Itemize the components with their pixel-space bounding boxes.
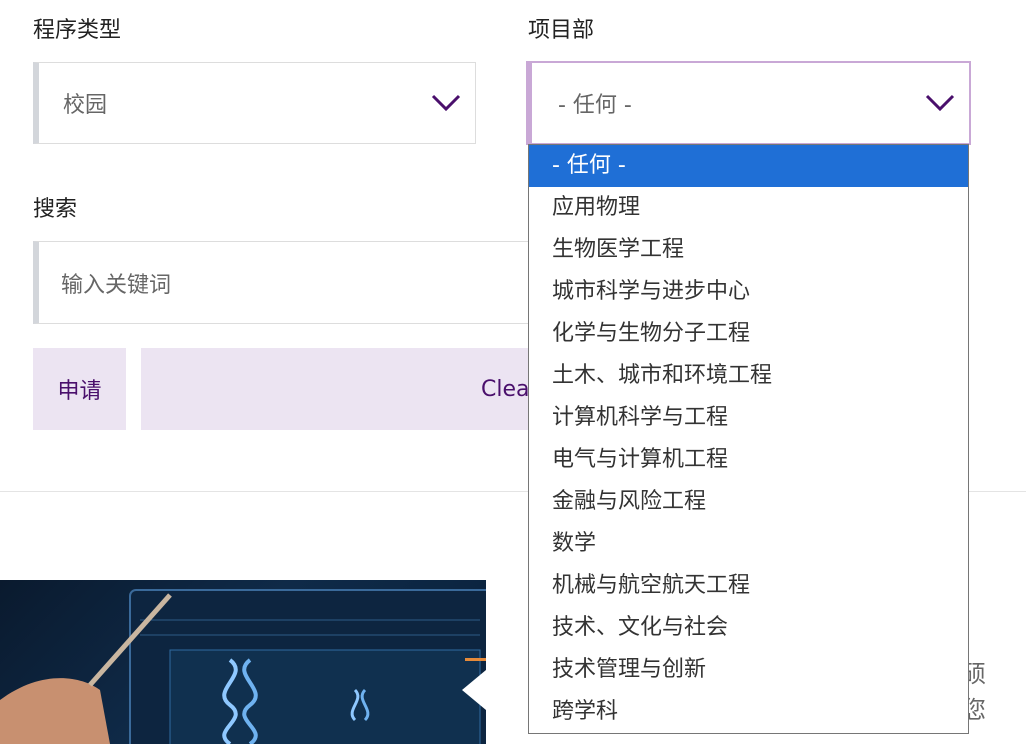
program-type-select[interactable]: 校园	[33, 62, 476, 144]
chevron-down-icon	[925, 94, 955, 112]
dropdown-option[interactable]: 电气与计算机工程	[529, 439, 968, 481]
department-dropdown-list[interactable]: - 任何 - 应用物理 生物医学工程 城市科学与进步中心 化学与生物分子工程 土木、城市和…	[528, 144, 969, 734]
dropdown-option[interactable]: 技术、文化与社会	[529, 607, 968, 649]
dropdown-option[interactable]: 跨学科	[529, 691, 968, 733]
search-placeholder: 输入关键词	[61, 272, 172, 298]
dropdown-option[interactable]: 机械与航空航天工程	[529, 565, 968, 607]
hero-image	[0, 580, 486, 744]
department-select[interactable]: - 任何 -	[526, 61, 971, 145]
text-fragment-2: 您	[962, 696, 986, 724]
dropdown-option[interactable]: 化学与生物分子工程	[529, 313, 968, 355]
dropdown-option[interactable]: 土木、城市和环境工程	[529, 355, 968, 397]
dropdown-option[interactable]: 金融与风险工程	[529, 481, 968, 523]
dropdown-option[interactable]: 计算机科学与工程	[529, 397, 968, 439]
dropdown-option[interactable]: 生物医学工程	[529, 229, 968, 271]
dna-tablet-illustration	[0, 589, 486, 744]
dropdown-option[interactable]: 城市科学与进步中心	[529, 271, 968, 313]
page: 程序类型 校园 项目部 - 任何 - 搜索 输入关键词 申请 Clea 硕 您 …	[0, 0, 1026, 744]
apply-button[interactable]: 申请	[33, 348, 126, 430]
chevron-down-icon	[431, 94, 461, 112]
dropdown-option[interactable]: 应用物理	[529, 187, 968, 229]
text-fragment-1: 硕	[962, 660, 986, 688]
program-type-value: 校园	[63, 93, 108, 118]
program-type-label: 程序类型	[33, 18, 122, 43]
dropdown-option[interactable]: - 任何 -	[529, 145, 968, 187]
department-label: 项目部	[528, 18, 595, 43]
dropdown-option[interactable]: 数学	[529, 523, 968, 565]
dropdown-option[interactable]: 技术管理与创新	[529, 649, 968, 691]
body-text-fragment: 硕 您	[962, 656, 1022, 728]
search-label: 搜索	[33, 197, 78, 222]
department-value: - 任何 -	[558, 93, 632, 118]
